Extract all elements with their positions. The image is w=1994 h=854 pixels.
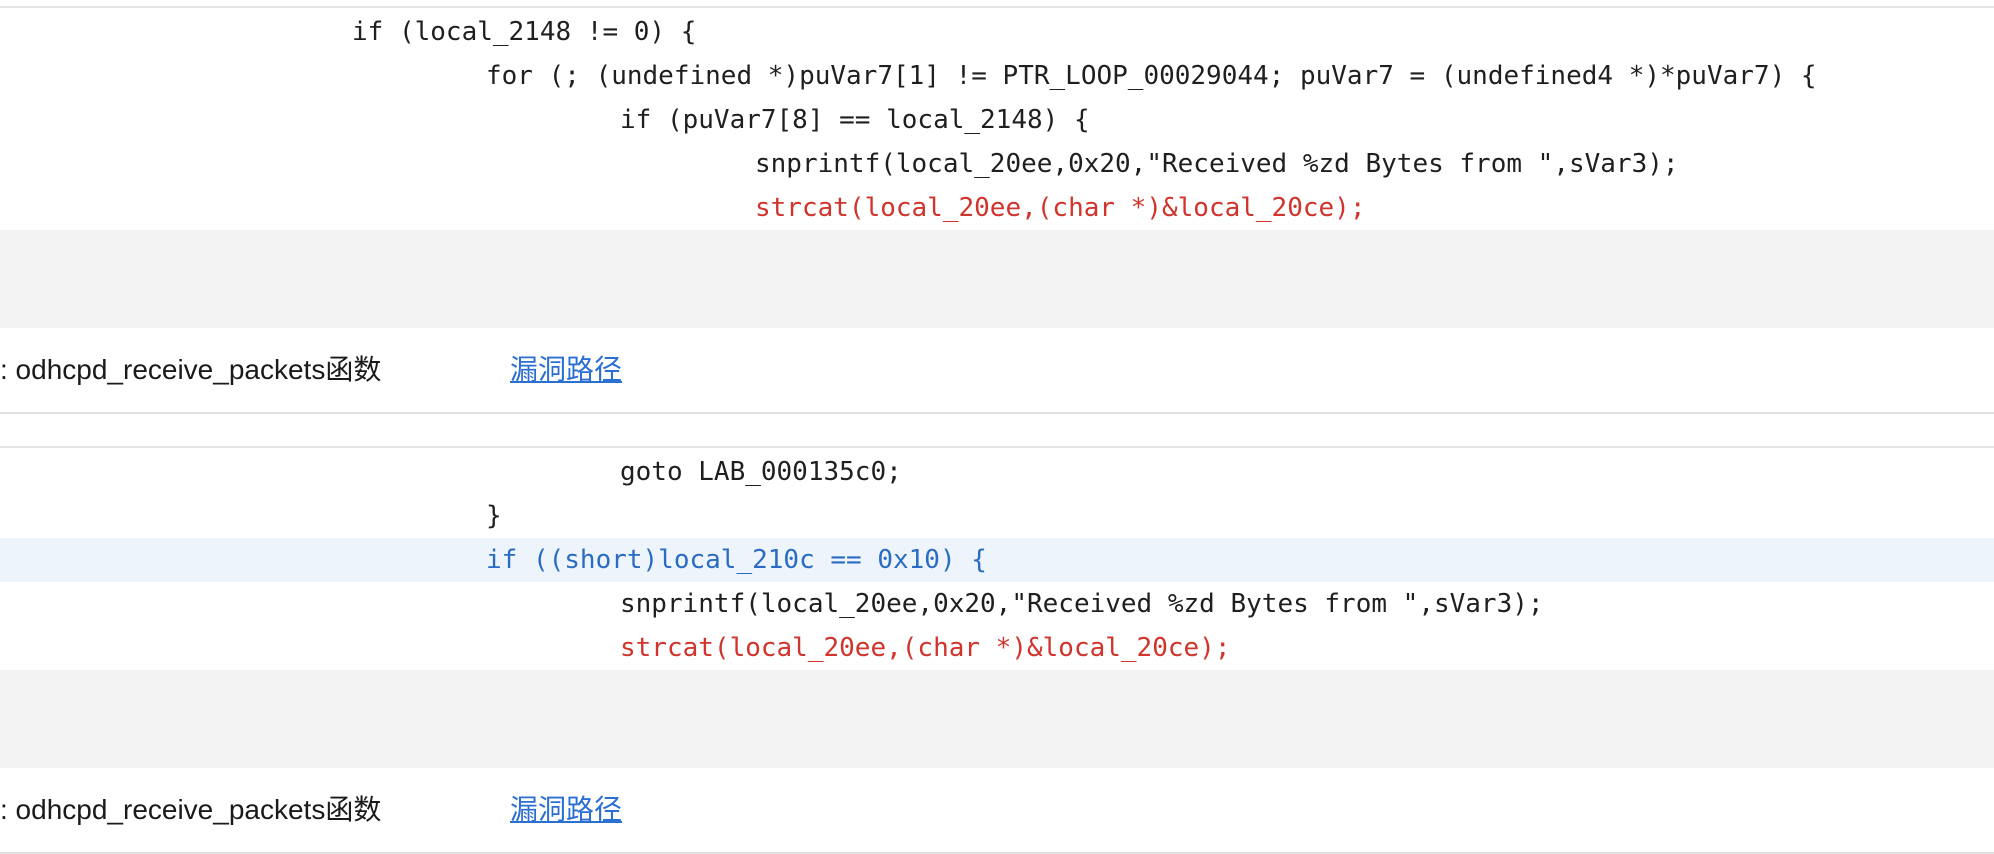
function-row-2: : odhcpd_receive_packets函数 漏洞路径 xyxy=(0,768,1994,854)
code-text: if (puVar7[8] == local_2148) { xyxy=(620,105,1090,135)
vulnerable-code-text: strcat(local_20ee,(char *)&local_20ce); xyxy=(755,193,1366,223)
function-label: : odhcpd_receive_packets函数 xyxy=(0,354,382,385)
vulnerability-block-1: if (local_2148 != 0) { for (; (undefined… xyxy=(0,6,1994,330)
code-line-vulnerable: strcat(local_20ee,(char *)&local_20ce); xyxy=(0,186,1994,230)
code-gap xyxy=(0,230,1994,330)
code-line: if (puVar7[8] == local_2148) { xyxy=(0,98,1994,142)
code-line-vulnerable: strcat(local_20ee,(char *)&local_20ce); xyxy=(0,626,1994,670)
code-text: if (local_2148 != 0) { xyxy=(352,17,697,47)
code-line: } xyxy=(0,494,1994,538)
function-label: : odhcpd_receive_packets函数 xyxy=(0,794,382,825)
code-line-highlighted: if ((short)local_210c == 0x10) { xyxy=(0,538,1994,582)
code-text: } xyxy=(486,501,502,531)
function-row-1: : odhcpd_receive_packets函数 漏洞路径 xyxy=(0,328,1994,414)
vulnerability-path-link[interactable]: 漏洞路径 xyxy=(510,792,622,828)
vulnerability-path-link[interactable]: 漏洞路径 xyxy=(510,352,622,388)
vulnerability-block-2: goto LAB_000135c0; } if ((short)local_21… xyxy=(0,446,1994,770)
vulnerable-code-text: strcat(local_20ee,(char *)&local_20ce); xyxy=(620,633,1231,663)
code-gap xyxy=(0,670,1994,770)
code-text: for (; (undefined *)puVar7[1] != PTR_LOO… xyxy=(486,61,1817,91)
code-text: goto LAB_000135c0; xyxy=(620,457,902,487)
code-line: if (local_2148 != 0) { xyxy=(0,10,1994,54)
highlighted-code-text: if ((short)local_210c == 0x10) { xyxy=(486,545,987,575)
code-line: snprintf(local_20ee,0x20,"Received %zd B… xyxy=(0,142,1994,186)
code-line: goto LAB_000135c0; xyxy=(0,450,1994,494)
code-text: snprintf(local_20ee,0x20,"Received %zd B… xyxy=(620,589,1544,619)
code-line: for (; (undefined *)puVar7[1] != PTR_LOO… xyxy=(0,54,1994,98)
code-line: snprintf(local_20ee,0x20,"Received %zd B… xyxy=(0,582,1994,626)
code-text: snprintf(local_20ee,0x20,"Received %zd B… xyxy=(755,149,1679,179)
